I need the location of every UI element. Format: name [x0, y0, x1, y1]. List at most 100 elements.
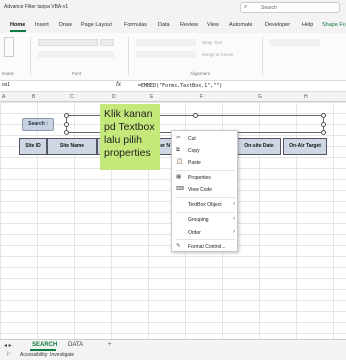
- font-group-label: Font: [72, 71, 82, 76]
- menu-item-cut[interactable]: ✂ Cut: [172, 133, 239, 144]
- format-control-icon: ✎: [176, 243, 181, 249]
- header-site-name: Site Name: [47, 138, 97, 155]
- search-box[interactable]: ⌕ Search: [240, 2, 340, 13]
- context-menu: ✂ Cut ⧉ Copy 📋 Paste ▦ Properties ⌨ View…: [171, 130, 238, 252]
- tab-shape-format[interactable]: Shape Fo: [322, 22, 346, 28]
- accessibility-icon: ⚐: [6, 352, 12, 358]
- column-header-d[interactable]: D: [112, 94, 116, 100]
- menu-separator: [176, 197, 235, 198]
- alignment-row-top: [136, 39, 196, 46]
- sheet-tab-search[interactable]: SEARCH: [32, 342, 57, 348]
- group-separator: [262, 37, 263, 75]
- tab-help[interactable]: Help: [302, 22, 313, 28]
- menu-item-label: Properties: [188, 174, 211, 181]
- tab-home[interactable]: Home: [10, 22, 25, 28]
- cut-icon: ✂: [176, 135, 181, 141]
- paste-icon: [4, 37, 14, 57]
- formula-bar: ox1 fx =EMBED("Forms.TextBox.1",""): [0, 81, 346, 92]
- paste-icon: 📋: [176, 159, 183, 165]
- chevron-right-icon: ›: [233, 215, 235, 222]
- sheet-tab-data[interactable]: DATA: [68, 342, 83, 348]
- header-on-air-target: On-Air Target: [283, 138, 327, 155]
- ribbon-tabs: Home Insert Draw Page Layout Formulas Da…: [0, 17, 346, 33]
- tab-formulas[interactable]: Formulas: [124, 22, 147, 28]
- add-sheet-icon[interactable]: +: [108, 342, 112, 348]
- column-headers: A B C D E F G H: [0, 92, 346, 102]
- wrap-text-button[interactable]: Wrap Text: [202, 40, 222, 45]
- tab-data[interactable]: Data: [158, 22, 170, 28]
- chevron-right-icon: ›: [233, 228, 235, 235]
- menu-item-label: Order: [188, 229, 201, 236]
- tab-developer[interactable]: Developer: [265, 22, 290, 28]
- menu-item-label: Paste: [188, 159, 201, 166]
- tab-page-layout[interactable]: Page Layout: [81, 22, 112, 28]
- title-bar: Advance Filter tanpa VBA-v1 ⌕ Search: [0, 0, 346, 17]
- merge-center-button[interactable]: Merge & Center: [202, 52, 234, 57]
- view-code-icon: ⌨: [176, 186, 184, 192]
- resize-handle[interactable]: [64, 113, 69, 118]
- column-header-a[interactable]: A: [2, 94, 5, 100]
- active-tab-indicator: [10, 30, 26, 32]
- menu-item-grouping[interactable]: Grouping ›: [172, 214, 239, 225]
- resize-handle[interactable]: [64, 122, 69, 127]
- tab-draw[interactable]: Draw: [59, 22, 72, 28]
- header-on-site-date: On-site Date: [237, 138, 281, 155]
- tab-insert[interactable]: Insert: [35, 22, 49, 28]
- resize-handle[interactable]: [321, 113, 326, 118]
- menu-separator: [176, 239, 235, 240]
- menu-item-label: Copy: [188, 147, 200, 154]
- menu-item-view-code[interactable]: ⌨ View Code: [172, 184, 239, 195]
- accessibility-status[interactable]: Accessibility: Investigate: [20, 352, 74, 358]
- alignment-row-bottom: [136, 51, 196, 58]
- menu-item-textbox-object[interactable]: TextBox Object ›: [172, 199, 239, 210]
- menu-item-label: TextBox Object: [188, 201, 222, 208]
- menu-separator: [176, 170, 235, 171]
- search-icon: ⌕: [244, 4, 248, 10]
- window-title: Advance Filter tanpa VBA-v1: [4, 4, 69, 10]
- tab-automate[interactable]: Automate: [229, 22, 253, 28]
- menu-item-label: View Code: [188, 186, 213, 193]
- menu-item-paste[interactable]: 📋 Paste: [172, 157, 239, 168]
- column-header-h[interactable]: H: [304, 94, 308, 100]
- fx-icon[interactable]: fx: [116, 81, 121, 88]
- group-separator: [128, 37, 129, 75]
- font-name-box[interactable]: [38, 39, 98, 46]
- resize-handle[interactable]: [64, 130, 69, 135]
- alignment-group-label: Alignment: [190, 71, 211, 76]
- tab-review[interactable]: Review: [180, 22, 198, 28]
- resize-handle[interactable]: [321, 130, 326, 135]
- sheet-nav-icon[interactable]: ◂ ▸: [4, 342, 12, 349]
- copy-icon: ⧉: [176, 147, 180, 153]
- formula-input[interactable]: =EMBED("Forms.TextBox.1",""): [138, 83, 222, 89]
- font-formatting-row: [38, 51, 114, 58]
- group-separator: [30, 37, 31, 75]
- name-box[interactable]: ox1: [0, 82, 40, 91]
- status-bar: ⚐ Accessibility: Investigate: [0, 351, 346, 360]
- menu-item-label: Grouping: [188, 216, 209, 223]
- chevron-right-icon: ›: [233, 200, 235, 207]
- menu-item-order[interactable]: Order ›: [172, 227, 239, 238]
- menu-item-copy[interactable]: ⧉ Copy: [172, 145, 239, 156]
- instruction-callout: Klik kanan pd Textbox lalu pilih propert…: [100, 104, 160, 170]
- properties-icon: ▦: [176, 174, 182, 180]
- tab-view[interactable]: View: [207, 22, 219, 28]
- column-header-g[interactable]: G: [258, 94, 262, 100]
- column-header-e[interactable]: E: [150, 94, 153, 100]
- font-size-box[interactable]: [100, 39, 114, 46]
- menu-separator: [176, 212, 235, 213]
- search-placeholder: Search: [261, 5, 277, 11]
- menu-item-label: Cut: [188, 135, 196, 142]
- menu-item-label: Format Control...: [188, 243, 226, 250]
- menu-item-properties[interactable]: ▦ Properties: [172, 172, 239, 183]
- column-header-b[interactable]: B: [32, 94, 35, 100]
- header-site-id: Site ID: [19, 138, 47, 155]
- search-label: Search :: [22, 118, 54, 131]
- column-header-c[interactable]: C: [70, 94, 74, 100]
- column-header-f[interactable]: F: [200, 94, 203, 100]
- menu-item-format-control[interactable]: ✎ Format Control...: [172, 241, 239, 252]
- number-format-box: [270, 39, 320, 46]
- resize-handle[interactable]: [193, 113, 198, 118]
- resize-handle[interactable]: [321, 122, 326, 127]
- ribbon: Wrap Text Merge & Center board Font Alig…: [0, 33, 346, 81]
- clipboard-group-label: board: [2, 71, 14, 76]
